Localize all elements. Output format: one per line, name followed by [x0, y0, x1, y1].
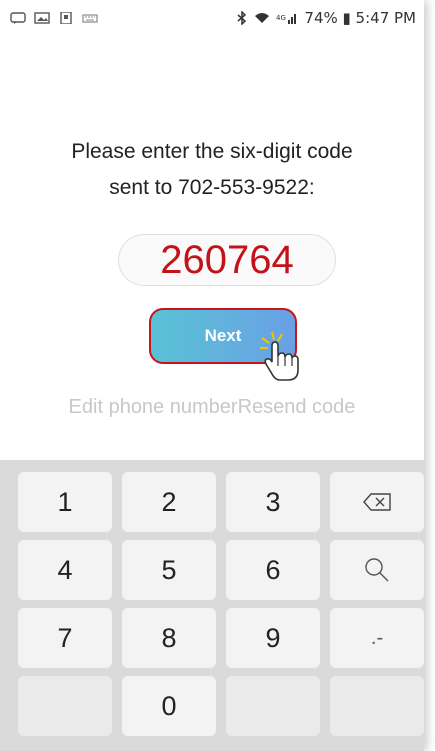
- hand-cursor-icon: [260, 331, 299, 381]
- key-5[interactable]: 5: [122, 540, 216, 600]
- numeric-keypad: 1 2 3 4 5 6 7 8 9 .- 0: [0, 460, 424, 751]
- key-label: 7: [57, 622, 73, 653]
- key-label: 5: [161, 554, 177, 585]
- key-label: 6: [265, 554, 281, 585]
- key-label: 1: [57, 486, 73, 517]
- phone-screen: 4G 74% ▮ 5:47 PM Please enter the six-di…: [0, 0, 424, 751]
- key-label: 0: [161, 690, 177, 721]
- key-label: 4: [57, 554, 73, 585]
- key-label: 3: [265, 486, 281, 517]
- key-6[interactable]: 6: [226, 540, 320, 600]
- resend-code-link[interactable]: Resend code: [238, 396, 356, 418]
- message-icon: [10, 12, 26, 24]
- keyboard-icon: [82, 14, 98, 23]
- key-label: 8: [161, 622, 177, 653]
- code-prompt: Please enter the six-digit code sent to …: [0, 134, 424, 206]
- backspace-key[interactable]: [330, 472, 424, 532]
- signal-4g-icon: 4G: [276, 14, 297, 24]
- key-2[interactable]: 2: [122, 472, 216, 532]
- prompt-line-2: sent to 702-553-9522:: [109, 176, 315, 199]
- edit-phone-number-link[interactable]: Edit phone number: [69, 396, 238, 418]
- key-3[interactable]: 3: [226, 472, 320, 532]
- app-notification-icon: [60, 12, 72, 24]
- blank-key-middle: [226, 676, 320, 736]
- status-bar-right: 4G 74% ▮ 5:47 PM: [236, 9, 416, 27]
- bluetooth-icon: [237, 11, 247, 25]
- key-9[interactable]: 9: [226, 608, 320, 668]
- links-row: Edit phone numberResend code: [0, 396, 424, 419]
- search-icon: [365, 558, 389, 582]
- gallery-icon: [34, 12, 50, 24]
- next-button-label: Next: [204, 326, 242, 345]
- verification-code-input[interactable]: 260764: [118, 234, 336, 286]
- key-1[interactable]: 1: [18, 472, 112, 532]
- blank-key-right: [330, 676, 424, 736]
- key-label: 2: [161, 486, 177, 517]
- search-key[interactable]: [330, 540, 424, 600]
- status-bar: 4G 74% ▮ 5:47 PM: [0, 0, 424, 36]
- key-8[interactable]: 8: [122, 608, 216, 668]
- status-bar-left: [10, 12, 98, 24]
- verification-code-value: 260764: [160, 237, 294, 282]
- svg-text:4G: 4G: [276, 14, 286, 22]
- key-7[interactable]: 7: [18, 608, 112, 668]
- punctuation-key[interactable]: .-: [330, 608, 424, 668]
- key-0[interactable]: 0: [122, 676, 216, 736]
- key-label: 9: [265, 622, 281, 653]
- wifi-icon: [255, 13, 270, 23]
- blank-key-left: [18, 676, 112, 736]
- key-4[interactable]: 4: [18, 540, 112, 600]
- backspace-icon: [363, 493, 391, 511]
- prompt-line-1: Please enter the six-digit code: [71, 140, 353, 163]
- key-label: .-: [370, 626, 384, 649]
- status-bar-right-text: 74% ▮ 5:47 PM: [304, 9, 416, 27]
